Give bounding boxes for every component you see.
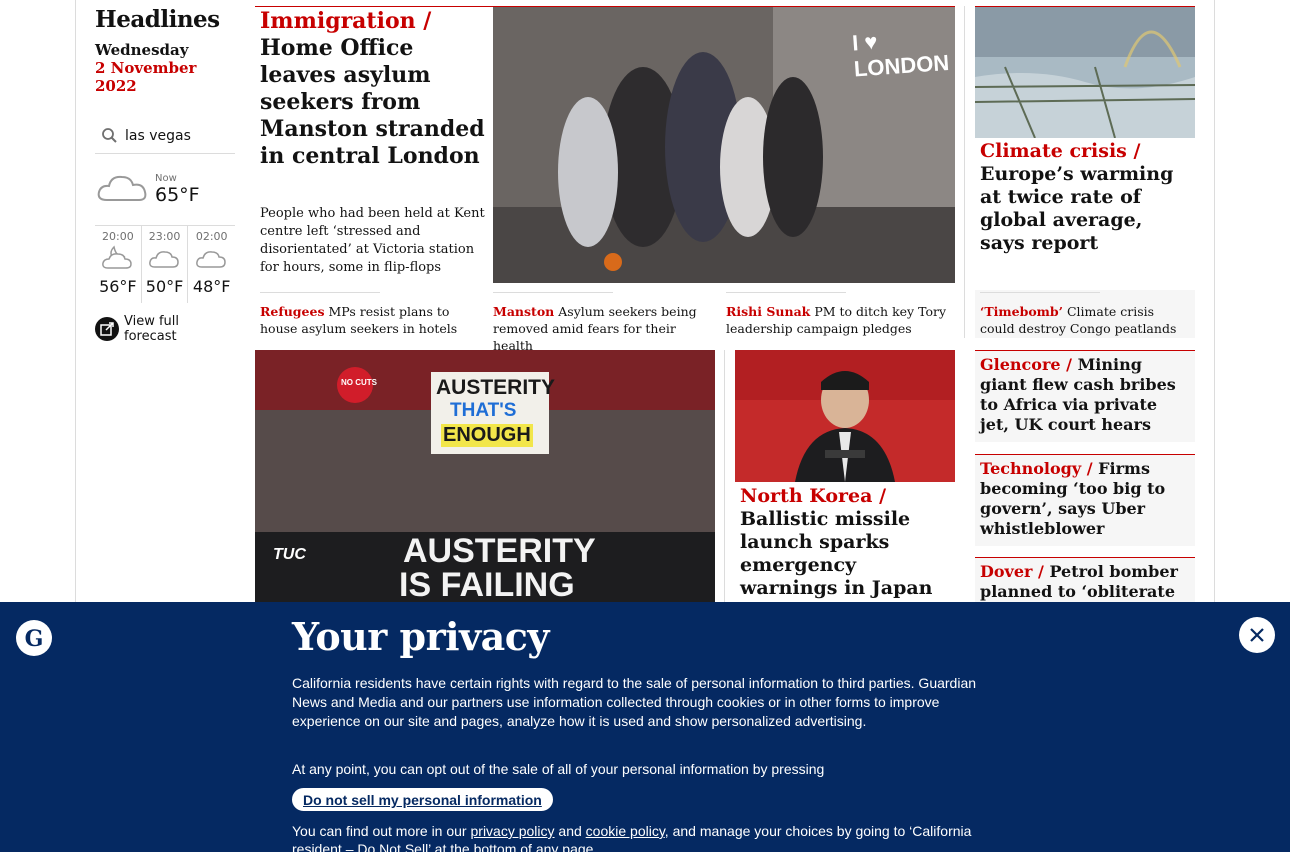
lead-kicker: Immigration [260,8,416,34]
weather-forecast: 20:00 56°F 23:00 50°F 02:00 48°F [95,226,235,304]
kicker-slash: / [1086,459,1099,478]
privacy-banner: G Your privacy California residents have… [0,602,1290,852]
banner-is-failing: IS FAILING [399,566,575,602]
north-korea-image[interactable] [735,350,955,482]
climate-headline-link[interactable]: Climate crisis / Europe’s warming at twi… [980,140,1185,255]
kicker-slash: / [1038,562,1050,581]
technology-story[interactable]: Technology / Firms becoming ‘too big to … [975,454,1195,546]
privacy-intro: California residents have certain rights… [292,675,977,729]
weather-location-search[interactable]: las vegas [95,118,235,154]
lead-standfirst: People who had been held at Kent centre … [260,206,485,275]
section-title: Headlines [95,6,220,33]
sign-austerity-line3: ENOUGH [441,424,533,447]
weather-widget: las vegas Now 65°F 20:00 56°F 23:00 50°F… [95,118,235,344]
column-divider [724,350,725,602]
weather-now-temp: 65°F [155,184,200,206]
kicker-slash: / [1066,355,1078,374]
close-button[interactable] [1239,617,1275,653]
date-day: Wednesday [95,41,189,59]
sublink-kicker: Rishi Sunak [726,304,811,319]
sublink-rule [726,292,846,293]
sign-no-cuts: NO CUTS [341,378,377,387]
search-icon [99,125,121,147]
column-divider [964,6,965,338]
weather-now-label: Now [155,173,177,184]
view-full-forecast-label: View full forecast [124,314,180,344]
privacy-policy-link[interactable]: privacy policy [471,823,555,839]
forecast-slot: 02:00 48°F [188,226,235,303]
lead-headline-link[interactable]: Immigration / Home Office leaves asylum … [260,8,485,170]
sublink-refugees[interactable]: Refugees MPs resist plans to house asylu… [260,292,485,337]
forecast-temp: 50°F [145,277,184,296]
partly-cloudy-night-icon [100,245,136,277]
austerity-image[interactable]: AUSTERITY THAT'S ENOUGH NO CUTS TUC AUST… [255,350,715,602]
privacy-more-info-and: and [554,823,586,839]
sublink-rule [260,292,380,293]
kicker-slash: / [1133,140,1141,162]
forecast-temp: 48°F [192,277,231,296]
sublink-timebomb[interactable]: ‘Timebomb’ Climate crisis could destroy … [980,292,1190,337]
privacy-opt-out-text: At any point, you can opt out of the sal… [292,761,825,777]
sublink-rule [980,292,1100,293]
forecast-time: 02:00 [195,230,228,243]
lead-headline: Home Office leaves asylum seekers from M… [260,35,485,169]
svg-text:G: G [25,626,44,652]
glencore-story[interactable]: Glencore / Mining giant flew cash bribes… [975,350,1195,442]
climate-headline: Europe’s warming at twice rate of global… [980,163,1174,254]
weather-now: Now 65°F [95,154,235,226]
north-korea-headline: Ballistic missile launch sparks emergenc… [740,508,933,599]
lead-image[interactable]: I ♥ LONDON [493,7,955,283]
lead-image-sign: I ♥ LONDON [851,28,950,82]
cookie-policy-link[interactable]: cookie policy [586,823,665,839]
forecast-temp: 56°F [99,277,137,296]
cloud-icon [194,251,230,277]
privacy-title: Your privacy [292,614,550,659]
banner-tuc: TUC [273,546,306,563]
date-full: 2 November 2022 [95,59,197,95]
sublink-kicker: ‘Timebomb’ [980,304,1063,319]
climate-kicker: Climate crisis [980,140,1127,162]
cloud-icon [95,168,151,212]
forecast-time: 20:00 [102,230,134,243]
weather-location: las vegas [125,127,191,144]
do-not-sell-button[interactable]: Do not sell my personal information [292,788,553,811]
sublink-kicker: Refugees [260,304,325,319]
sign-austerity-line1: AUSTERITY [436,376,556,399]
cloud-icon [147,251,183,277]
story-kicker: Dover [980,562,1033,581]
privacy-more-info-text: You can find out more in our [292,823,471,839]
sublink-rule [493,292,613,293]
view-full-forecast-link[interactable]: View full forecast [95,314,235,344]
kicker-slash: / [423,8,432,34]
forecast-time: 23:00 [148,230,181,243]
external-link-icon [95,317,119,341]
story-kicker: Technology [980,459,1082,478]
sublink-kicker: Manston [493,304,555,319]
forecast-slot: 20:00 56°F [95,226,142,303]
sublink-manston[interactable]: Manston Asylum seekers being removed ami… [493,292,718,354]
kicker-slash: / [879,485,887,507]
story-kicker: Glencore [980,355,1061,374]
headlines-header: Headlines Wednesday 2 November 2022 [95,6,240,95]
privacy-more-info: You can find out more in our privacy pol… [292,822,1002,852]
close-icon [1250,628,1264,642]
north-korea-headline-link[interactable]: North Korea / Ballistic missile launch s… [740,485,950,600]
sublink-rishi-sunak[interactable]: Rishi Sunak PM to ditch key Tory leaders… [726,292,951,337]
guardian-logo-icon: G [16,620,52,656]
sign-austerity-line2: THAT'S [450,400,517,421]
forecast-slot: 23:00 50°F [142,226,189,303]
north-korea-kicker: North Korea [740,485,873,507]
climate-image[interactable] [975,7,1195,138]
